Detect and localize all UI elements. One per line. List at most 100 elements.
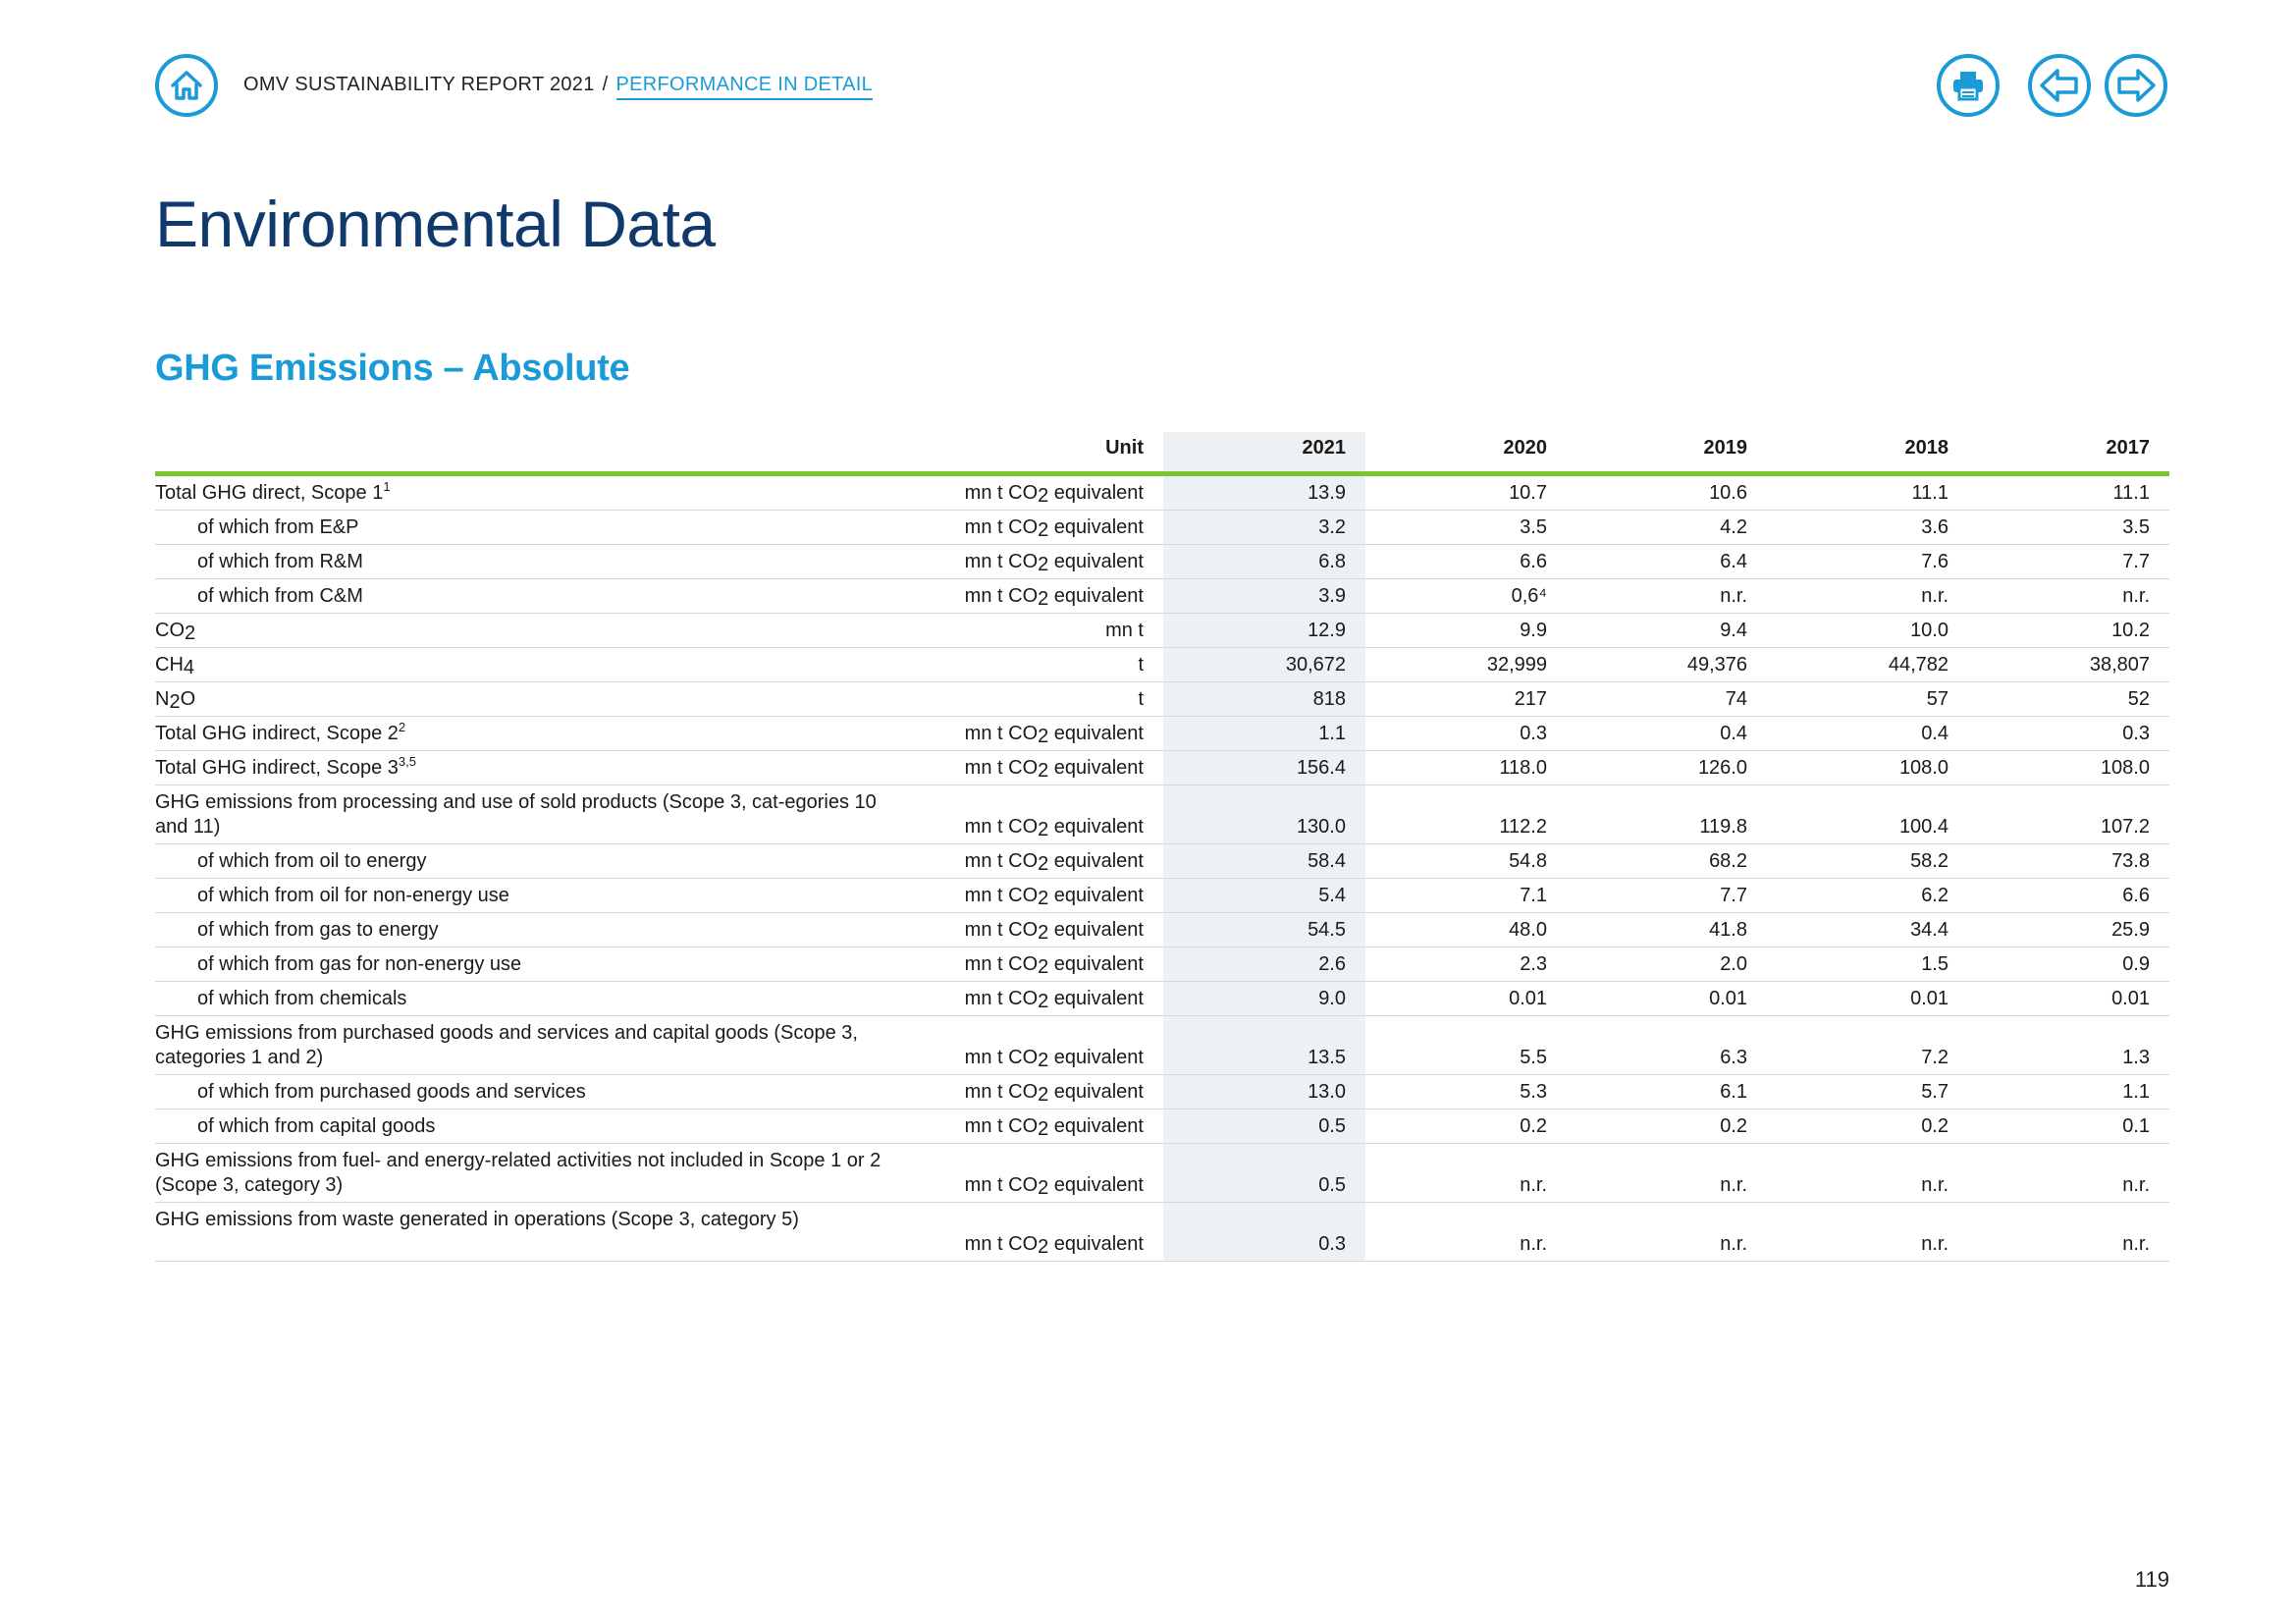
table-row: of which from capital goods mn t CO2 equi… xyxy=(155,1110,2169,1144)
table-row: of which from E&P mn t CO2 equivalent 3.2 3… xyxy=(155,511,2169,545)
row-value: 107.2 xyxy=(2100,816,2150,838)
row-value: 6.3 xyxy=(1720,1047,1747,1068)
row-value: 48.0 xyxy=(1509,919,1547,941)
row-value: 74 xyxy=(1725,688,1747,710)
row-label: Total GHG indirect, Scope 22 xyxy=(155,720,406,744)
row-value: n.r. xyxy=(1720,1174,1747,1196)
row-value: 6.6 xyxy=(2122,885,2150,906)
row-value: 1.3 xyxy=(2122,1047,2150,1068)
table-row: GHG emissions from purchased goods and s… xyxy=(155,1016,2169,1075)
table-row: Total GHG indirect, Scope 22 mn t CO2 equ… xyxy=(155,717,2169,751)
row-value: 34.4 xyxy=(1910,919,1949,941)
row-value: 9.0 xyxy=(1318,988,1346,1009)
row-value: 3.5 xyxy=(1520,516,1547,538)
previous-page-button[interactable] xyxy=(2028,54,2091,117)
header-unit: Unit xyxy=(1105,437,1144,459)
footnote-marker: 1 xyxy=(383,479,391,494)
row-value: 108.0 xyxy=(2100,757,2150,779)
row-value: 0.5 xyxy=(1318,1115,1346,1137)
breadcrumb: OMV SUSTAINABILITY REPORT 2021 / PERFORMAN… xyxy=(243,74,874,100)
row-value: n.r. xyxy=(2122,585,2150,607)
row-value: 38,807 xyxy=(2089,654,2150,676)
row-value: 2.6 xyxy=(1318,953,1346,975)
home-icon xyxy=(171,71,202,100)
row-unit: mn t CO2 equivalent xyxy=(964,1115,1144,1140)
row-value: 9.4 xyxy=(1720,620,1747,641)
row-label: Total GHG direct, Scope 11 xyxy=(155,479,391,504)
row-value: 6.8 xyxy=(1318,551,1346,572)
row-unit: mn t CO2 equivalent xyxy=(964,516,1144,541)
row-value: 13.0 xyxy=(1308,1081,1346,1103)
row-label: of which from capital goods xyxy=(197,1115,436,1137)
header-year: 2020 xyxy=(1503,437,1548,459)
row-value: 0.01 xyxy=(1910,988,1949,1009)
row-label: GHG emissions from fuel- and energy-rela… xyxy=(155,1150,881,1196)
print-button[interactable] xyxy=(1937,54,2000,117)
table-row: of which from R&M mn t CO2 equivalent 6.8 6… xyxy=(155,545,2169,579)
row-label: of which from gas to energy xyxy=(197,919,439,941)
footnote-marker: 2 xyxy=(398,720,406,734)
row-unit: mn t CO2 equivalent xyxy=(964,850,1144,875)
row-unit: mn t CO2 equivalent xyxy=(964,757,1144,782)
row-value: 6.4 xyxy=(1720,551,1747,572)
row-value: 3.5 xyxy=(2122,516,2150,538)
arrow-right-icon xyxy=(2117,69,2156,102)
row-value: 6.1 xyxy=(1720,1081,1747,1103)
row-value: 108.0 xyxy=(1898,757,1949,779)
breadcrumb-current[interactable]: PERFORMANCE IN DETAIL xyxy=(615,74,874,100)
row-value: 5.3 xyxy=(1520,1081,1547,1103)
row-value: 818 xyxy=(1312,688,1346,710)
row-label: Total GHG indirect, Scope 33,5 xyxy=(155,754,416,779)
table-row: GHG emissions from processing and use of… xyxy=(155,785,2169,844)
row-value: 7.7 xyxy=(1720,885,1747,906)
row-label: of which from oil to energy xyxy=(197,850,427,872)
row-unit: mn t CO2 equivalent xyxy=(964,1233,1144,1258)
table-body: Total GHG direct, Scope 11 mn t CO2 equiv… xyxy=(155,476,2169,1262)
row-value: 6.2 xyxy=(1921,885,1949,906)
row-value: 1.1 xyxy=(1318,723,1346,744)
row-value: 10.6 xyxy=(1709,482,1747,504)
row-value: 119.8 xyxy=(1699,816,1747,838)
table-row: of which from chemicals mn t CO2 equivale… xyxy=(155,982,2169,1016)
row-value: 54.5 xyxy=(1308,919,1346,941)
row-unit: mn t CO2 equivalent xyxy=(964,1047,1144,1071)
row-unit: mn t xyxy=(1105,620,1144,641)
row-value: 0.01 xyxy=(1509,988,1547,1009)
row-value: 52 xyxy=(2127,688,2150,710)
row-value: 30,672 xyxy=(1285,654,1346,676)
page-title: Environmental Data xyxy=(155,188,716,260)
top-bar: OMV SUSTAINABILITY REPORT 2021 / PERFORMAN… xyxy=(155,54,2169,117)
row-value: 32,999 xyxy=(1486,654,1547,676)
row-value: 10.7 xyxy=(1509,482,1547,504)
breadcrumb-root[interactable]: OMV SUSTAINABILITY REPORT 2021 xyxy=(243,74,595,95)
row-unit: mn t CO2 equivalent xyxy=(964,585,1144,610)
row-value: 0.2 xyxy=(1720,1115,1747,1137)
next-page-button[interactable] xyxy=(2105,54,2167,117)
row-value: 3.6 xyxy=(1921,516,1949,538)
print-icon xyxy=(1953,72,1983,101)
table-row: GHG emissions from waste generated in op… xyxy=(155,1203,2169,1262)
row-value: 1.5 xyxy=(1921,953,1949,975)
row-value: 7.7 xyxy=(2122,551,2150,572)
table-row: GHG emissions from fuel- and energy-rela… xyxy=(155,1144,2169,1203)
row-value: n.r. xyxy=(1520,1174,1547,1196)
home-button[interactable] xyxy=(155,54,218,117)
row-label: GHG emissions from processing and use of… xyxy=(155,791,877,838)
row-label: N2O xyxy=(155,688,196,713)
row-value: 2.3 xyxy=(1520,953,1547,975)
row-value: 156.4 xyxy=(1296,757,1346,779)
row-value: n.r. xyxy=(1520,1233,1547,1255)
row-value: 100.4 xyxy=(1898,816,1949,838)
row-value: 54.8 xyxy=(1509,850,1547,872)
table-row: Total GHG indirect, Scope 33,5 mn t CO2 e… xyxy=(155,751,2169,785)
row-unit: mn t CO2 equivalent xyxy=(964,551,1144,575)
row-unit: mn t CO2 equivalent xyxy=(964,482,1144,507)
row-value: 0.2 xyxy=(1921,1115,1949,1137)
row-unit: mn t CO2 equivalent xyxy=(964,1081,1144,1106)
row-label: of which from oil for non-energy use xyxy=(197,885,509,906)
row-value: 217 xyxy=(1514,688,1547,710)
section-title: GHG Emissions – Absolute xyxy=(155,348,630,389)
row-value: 0,6⁴ xyxy=(1511,585,1547,607)
table-row: of which from C&M mn t CO2 equivalent 3.9 0… xyxy=(155,579,2169,614)
row-value: 0.3 xyxy=(1318,1233,1346,1255)
